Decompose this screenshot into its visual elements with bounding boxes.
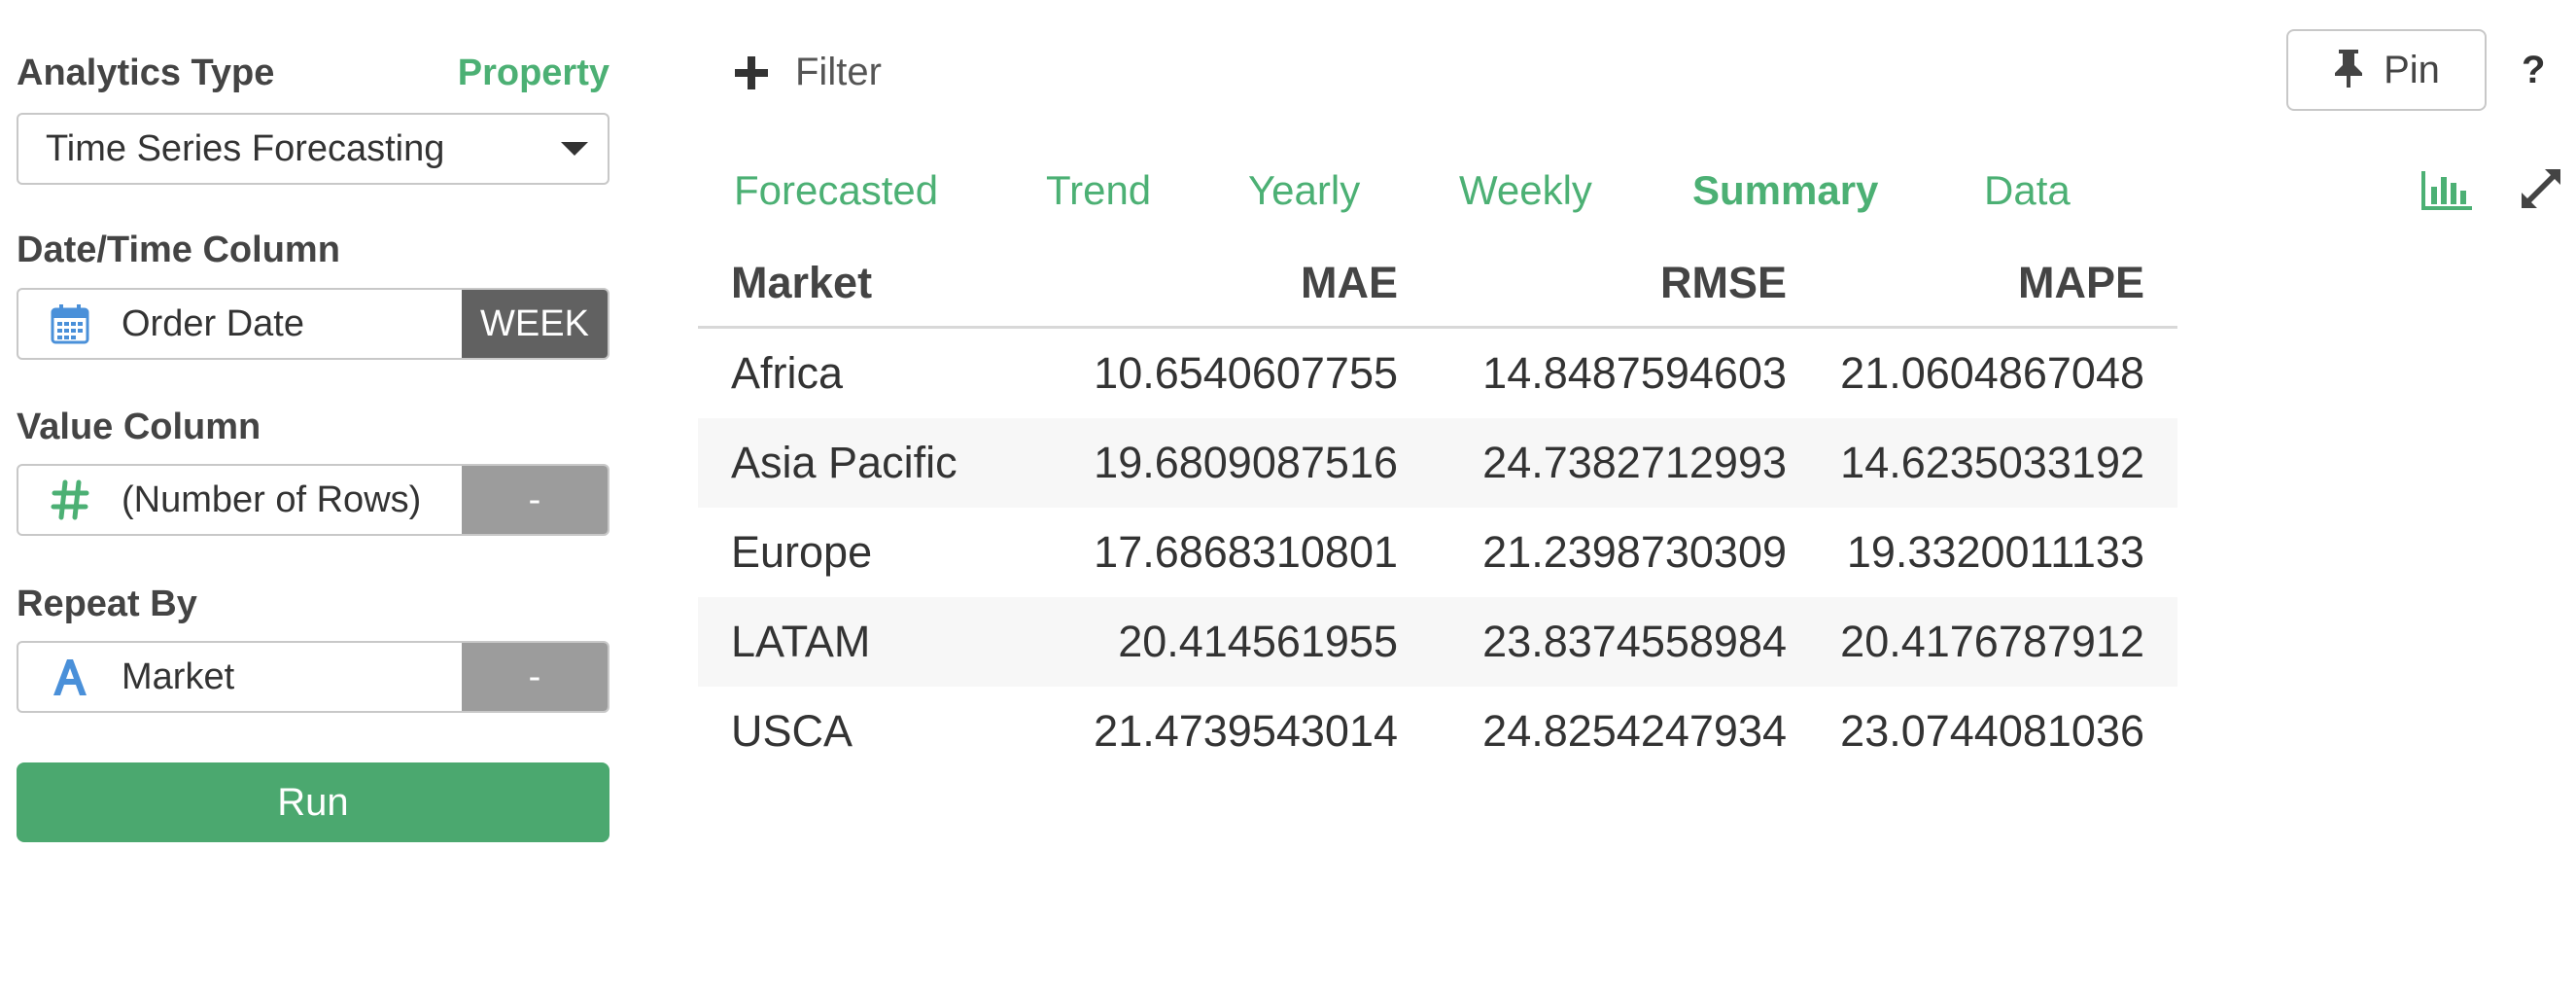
mae-cell: 10.6540607755 bbox=[1094, 348, 1398, 398]
summary-table: Market MAE RMSE MAPE Africa 10.654060775… bbox=[698, 239, 2177, 776]
column-header-mae[interactable]: MAE bbox=[1009, 258, 1398, 308]
repeat-by-value: Market bbox=[122, 655, 235, 697]
table-row: LATAM 20.414561955 23.8374558984 20.4176… bbox=[698, 597, 2177, 687]
mape-cell: 20.4176787912 bbox=[1840, 617, 2144, 666]
tab-summary[interactable]: Summary bbox=[1692, 167, 1878, 214]
repeat-by-option-button[interactable]: - bbox=[462, 643, 608, 711]
rmse-cell: 24.8254247934 bbox=[1482, 706, 1787, 756]
rmse-cell: 24.7382712993 bbox=[1482, 438, 1787, 487]
mae-cell: 17.6868310801 bbox=[1094, 527, 1398, 577]
table-row: USCA 21.4739543014 24.8254247934 23.0744… bbox=[698, 687, 2177, 776]
help-button[interactable]: ? bbox=[2522, 49, 2545, 92]
column-header-market[interactable]: Market bbox=[698, 258, 1009, 308]
pin-button[interactable]: Pin bbox=[2286, 29, 2487, 111]
repeat-by-label: Repeat By bbox=[17, 584, 197, 624]
value-column-selector[interactable]: (Number of Rows) bbox=[18, 466, 462, 534]
mae-cell: 20.414561955 bbox=[1118, 617, 1398, 666]
datetime-column-field: Order Date WEEK bbox=[17, 288, 609, 360]
plus-icon bbox=[735, 55, 768, 89]
bar-chart-icon[interactable] bbox=[2420, 169, 2473, 217]
column-header-rmse[interactable]: RMSE bbox=[1398, 258, 1787, 308]
market-cell: Asia Pacific bbox=[731, 438, 957, 487]
datetime-unit-button[interactable]: WEEK bbox=[462, 290, 608, 358]
value-column-value: (Number of Rows) bbox=[122, 478, 422, 520]
mae-cell: 21.4739543014 bbox=[1094, 706, 1398, 756]
pin-label: Pin bbox=[2384, 48, 2440, 91]
calendar-icon bbox=[18, 303, 122, 344]
market-cell: Europe bbox=[731, 527, 873, 577]
table-row: Europe 17.6868310801 21.2398730309 19.33… bbox=[698, 508, 2177, 597]
hash-icon bbox=[18, 479, 122, 520]
datetime-column-value: Order Date bbox=[122, 302, 304, 344]
tab-forecasted[interactable]: Forecasted bbox=[734, 167, 938, 214]
value-column-field: (Number of Rows) - bbox=[17, 464, 609, 536]
tab-trend[interactable]: Trend bbox=[1046, 167, 1151, 214]
run-button[interactable]: Run bbox=[17, 762, 609, 842]
table-body: Africa 10.6540607755 14.8487594603 21.06… bbox=[698, 329, 2177, 776]
market-cell: USCA bbox=[731, 706, 853, 756]
analytics-type-dropdown[interactable]: Time Series Forecasting bbox=[17, 113, 609, 185]
repeat-by-row: Repeat By bbox=[17, 584, 609, 625]
table-row: Asia Pacific 19.6809087516 24.7382712993… bbox=[698, 418, 2177, 508]
value-column-label: Value Column bbox=[17, 407, 261, 447]
market-cell: LATAM bbox=[731, 617, 871, 666]
pin-icon bbox=[2333, 48, 2364, 93]
column-header-mape[interactable]: MAPE bbox=[1787, 258, 2177, 308]
property-link[interactable]: Property bbox=[458, 53, 609, 94]
rmse-cell: 14.8487594603 bbox=[1482, 348, 1787, 398]
mape-cell: 21.0604867048 bbox=[1840, 348, 2144, 398]
analytics-type-row: Analytics Type Property bbox=[17, 53, 609, 94]
tab-weekly[interactable]: Weekly bbox=[1459, 167, 1592, 214]
caret-down-icon bbox=[561, 142, 588, 156]
mae-cell: 19.6809087516 bbox=[1094, 438, 1398, 487]
tab-data[interactable]: Data bbox=[1984, 167, 2071, 214]
mape-cell: 23.0744081036 bbox=[1840, 706, 2144, 756]
rmse-cell: 23.8374558984 bbox=[1482, 617, 1787, 666]
repeat-by-field: Market - bbox=[17, 641, 609, 713]
tab-yearly[interactable]: Yearly bbox=[1248, 167, 1360, 214]
mape-cell: 19.3320011133 bbox=[1846, 527, 2144, 577]
datetime-column-label: Date/Time Column bbox=[17, 230, 340, 270]
analytics-type-value: Time Series Forecasting bbox=[46, 127, 445, 169]
rmse-cell: 21.2398730309 bbox=[1482, 527, 1787, 577]
analytics-type-label: Analytics Type bbox=[17, 53, 275, 93]
filter-label: Filter bbox=[795, 51, 882, 93]
table-header-row: Market MAE RMSE MAPE bbox=[698, 239, 2177, 329]
value-column-row: Value Column bbox=[17, 407, 609, 448]
expand-icon[interactable] bbox=[2520, 167, 2562, 215]
text-type-icon bbox=[18, 656, 122, 697]
filter-button[interactable]: Filter bbox=[735, 51, 882, 94]
mape-cell: 14.6235033192 bbox=[1840, 438, 2144, 487]
datetime-column-selector[interactable]: Order Date bbox=[18, 290, 462, 358]
value-aggregation-button[interactable]: - bbox=[462, 466, 608, 534]
datetime-column-row: Date/Time Column bbox=[17, 230, 609, 271]
repeat-by-selector[interactable]: Market bbox=[18, 643, 462, 711]
market-cell: Africa bbox=[731, 348, 844, 398]
table-row: Africa 10.6540607755 14.8487594603 21.06… bbox=[698, 329, 2177, 418]
